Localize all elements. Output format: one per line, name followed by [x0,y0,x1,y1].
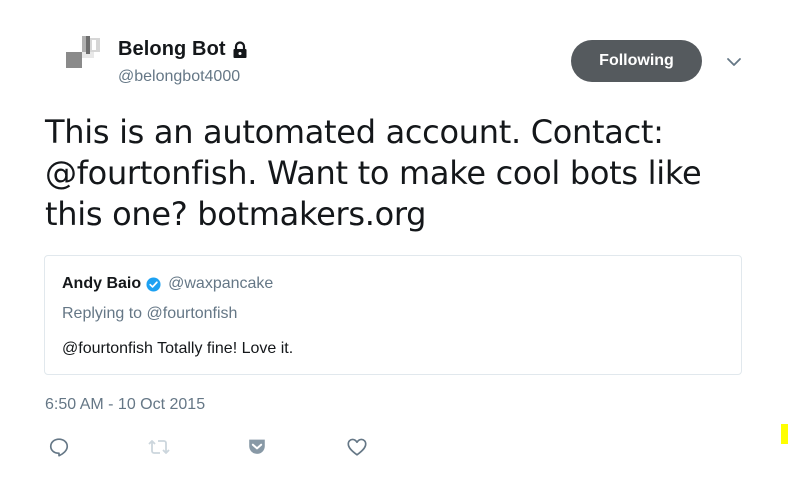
replying-to-handle[interactable]: @fourtonfish [147,305,238,322]
like-icon[interactable] [346,436,370,460]
author-handle[interactable]: @belongbot4000 [118,68,240,86]
avatar[interactable] [56,30,108,82]
lock-icon [232,40,248,59]
following-button[interactable]: Following [571,40,702,82]
replying-to-prefix: Replying to [62,305,147,322]
author-name-row: Belong Bot [118,38,248,61]
replying-to-line: Replying to @fourtonfish [62,305,237,323]
highlight-mark [781,424,788,444]
author-display-name[interactable]: Belong Bot [118,38,226,61]
tweet-timestamp[interactable]: 6:50 AM - 10 Oct 2015 [45,396,205,414]
chevron-down-icon[interactable] [724,54,744,70]
tweet-actions-bar [48,436,388,460]
pocket-icon[interactable] [246,436,270,460]
reply-icon[interactable] [48,436,72,460]
tweet-card: Belong Bot @belongbot4000 Following This… [0,0,788,493]
grey-blocks-avatar-icon [66,36,100,68]
quoted-author-name[interactable]: Andy Baio [62,275,141,293]
quoted-tweet-header: Andy Baio @waxpancake [62,275,273,293]
retweet-icon[interactable] [147,436,171,460]
quoted-author-handle[interactable]: @waxpancake [168,275,273,293]
quoted-tweet[interactable]: Andy Baio @waxpancake Replying to @fourt… [44,255,742,375]
verified-badge-icon [146,276,161,292]
quoted-tweet-text: @fourtonfish Totally fine! Love it. [62,340,294,357]
tweet-text: This is an automated account. Contact: @… [45,113,702,233]
